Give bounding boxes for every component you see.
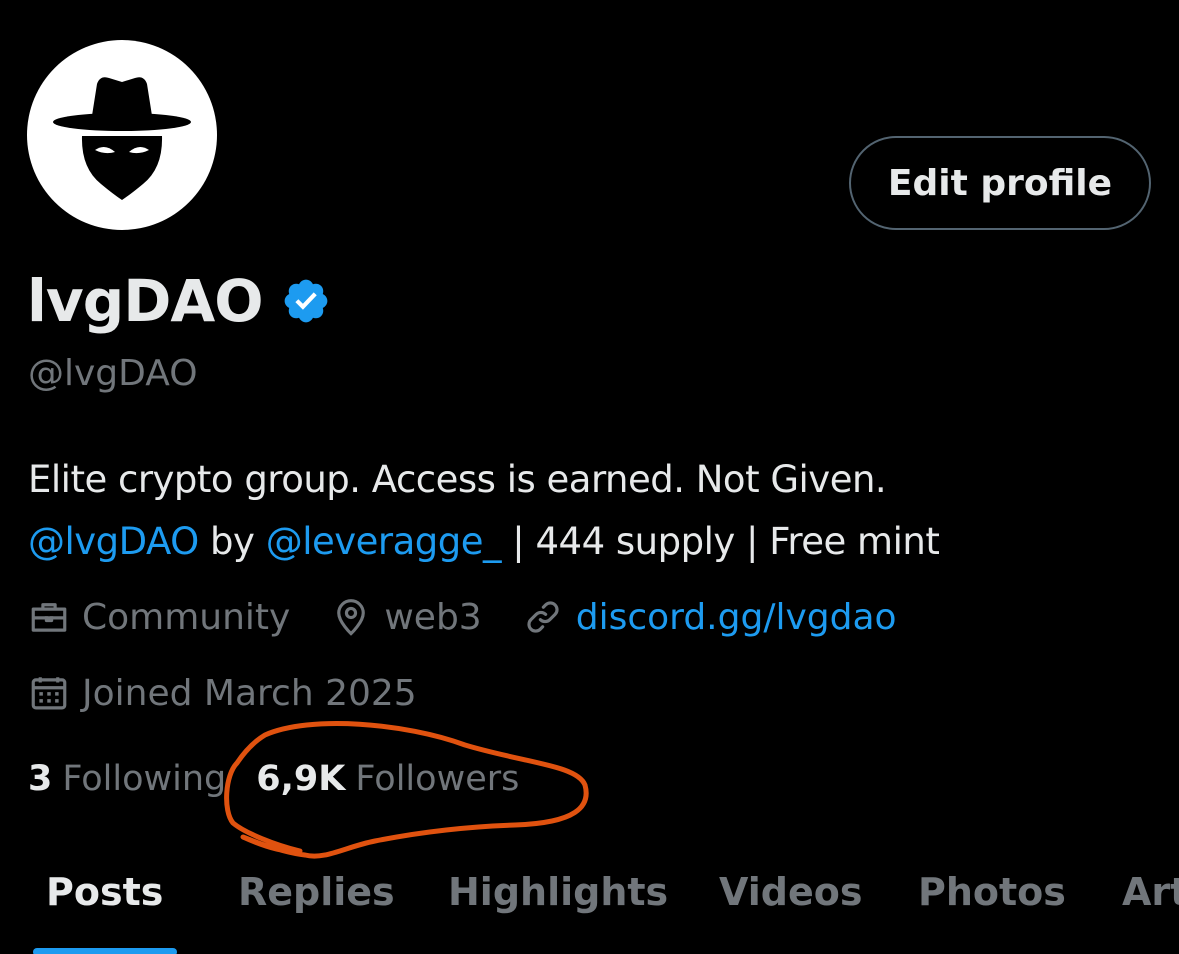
tab-videos[interactable]: Videos	[719, 868, 862, 916]
bio-line-2: @lvgDAO by @leveragge_ | 444 supply | Fr…	[28, 511, 940, 573]
following-count: 3	[28, 759, 53, 799]
location-pin-icon	[337, 599, 366, 636]
display-name-row: lvgDAO	[27, 266, 331, 336]
bio-by-text: by	[198, 520, 266, 563]
calendar-icon	[31, 677, 67, 710]
profile-category: Community	[28, 596, 290, 638]
profile-bio: Elite crypto group. Access is earned. No…	[28, 449, 940, 573]
followers-count: 6,9K	[256, 759, 346, 799]
profile-joined-row: Joined March 2025	[28, 670, 417, 716]
display-name: lvgDAO	[27, 267, 264, 335]
edit-profile-button[interactable]: Edit profile	[849, 136, 1151, 230]
following-label: Following	[62, 759, 227, 799]
followers-label: Followers	[355, 759, 520, 799]
verified-badge-icon[interactable]	[281, 276, 331, 326]
tab-posts[interactable]: Posts	[46, 868, 163, 916]
bio-details: | 444 supply | Free mint	[501, 520, 940, 563]
profile-location: web3	[330, 596, 482, 638]
website-link[interactable]: discord.gg/lvgdao	[576, 597, 897, 638]
tab-highlights[interactable]: Highlights	[448, 868, 668, 916]
active-tab-indicator	[33, 948, 177, 954]
followers-stat[interactable]: 6,9K Followers	[256, 756, 519, 802]
location-label: web3	[384, 596, 482, 638]
profile-tabs: Posts Replies Highlights Videos Photos A…	[0, 858, 1179, 954]
category-label: Community	[82, 596, 291, 638]
tab-replies[interactable]: Replies	[238, 868, 395, 916]
link-icon	[527, 601, 559, 633]
following-stat[interactable]: 3 Following	[28, 756, 226, 802]
profile-stats: 3 Following 6,9K Followers	[28, 756, 519, 802]
bio-mention-lvgdao[interactable]: @lvgDAO	[28, 520, 199, 563]
bio-line-1: Elite crypto group. Access is earned. No…	[28, 458, 887, 501]
tab-photos[interactable]: Photos	[918, 868, 1066, 916]
bio-mention-leveragge[interactable]: @leveragge_	[266, 520, 502, 563]
incognito-hat-mask-icon	[53, 77, 191, 200]
profile-joined: Joined March 2025	[28, 672, 417, 714]
tab-articles[interactable]: Articles	[1122, 868, 1179, 916]
profile-meta-row: Community web3 discord.gg/lvgdao	[28, 594, 897, 640]
briefcase-icon	[31, 603, 67, 632]
joined-label: Joined March 2025	[82, 672, 417, 714]
profile-page: Edit profile lvgDAO @lvgDAO Elite crypto…	[0, 0, 1179, 954]
profile-website[interactable]: discord.gg/lvgdao	[522, 596, 897, 638]
user-handle: @lvgDAO	[28, 353, 198, 394]
avatar[interactable]	[27, 40, 217, 230]
